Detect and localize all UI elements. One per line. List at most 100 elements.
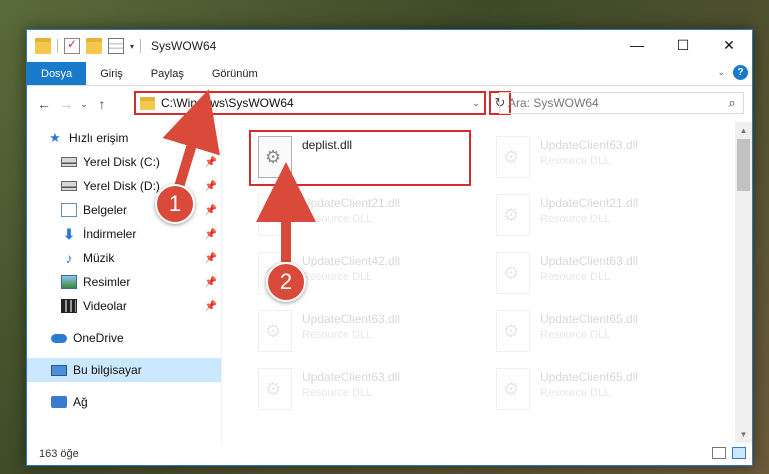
dll-file-icon	[496, 368, 530, 410]
navigation-pane: ★ Hızlı erişim Yerel Disk (C:) 📌 Yerel D…	[27, 122, 221, 443]
address-path[interactable]: C:\Windows\SysWOW64	[161, 96, 468, 110]
properties-icon[interactable]	[108, 38, 124, 54]
dll-file-icon	[258, 194, 292, 236]
file-name: UpdateClient65.dll	[540, 312, 639, 326]
folder-icon	[35, 38, 51, 54]
properties-check-icon[interactable]	[64, 37, 80, 54]
pin-icon[interactable]: 📌	[205, 181, 217, 192]
file-type: Resource DLL	[302, 329, 373, 341]
file-item[interactable]: UpdateClient65.dll Resource DLL	[496, 310, 638, 352]
dll-file-icon	[496, 310, 530, 352]
file-type: Resource DLL	[302, 387, 373, 399]
address-bar[interactable]: C:\Windows\SysWOW64 ⌄	[134, 91, 486, 115]
quick-access-toolbar: ▾	[27, 37, 142, 54]
sidebar-item-label: Belgeler	[83, 203, 128, 217]
pin-icon[interactable]: 📌	[205, 229, 217, 240]
disk-icon	[61, 157, 77, 167]
search-placeholder: Ara: SysWOW64	[508, 96, 599, 110]
cloud-icon	[51, 333, 67, 343]
download-icon: ⬇	[63, 226, 75, 242]
file-type: Resource DLL	[302, 271, 373, 283]
ribbon-right: ⌄ ?	[717, 65, 748, 80]
pin-icon[interactable]: 📌	[205, 205, 217, 216]
file-name: UpdateClient63.dll	[302, 370, 401, 384]
file-item[interactable]: UpdateClient63.dll Resource DLL	[496, 252, 638, 294]
file-name: UpdateClient21.dll	[540, 196, 639, 210]
window-controls: — ☐ ✕	[614, 30, 752, 60]
help-icon[interactable]: ?	[733, 65, 748, 80]
sidebar-item-onedrive[interactable]: OneDrive	[27, 326, 221, 350]
sidebar-item-quick-access[interactable]: ★ Hızlı erişim	[27, 126, 221, 150]
highlight-box	[249, 130, 471, 186]
vertical-scrollbar[interactable]: ▲ ▼	[735, 122, 752, 443]
sidebar-item-label: İndirmeler	[83, 227, 137, 241]
large-icons-view-icon[interactable]	[732, 447, 746, 459]
file-name: UpdateClient63.dll	[302, 312, 401, 326]
pin-icon[interactable]: 📌	[205, 301, 217, 312]
sidebar-item-label: Müzik	[83, 251, 115, 265]
file-item[interactable]: UpdateClient63.dll Resource DLL	[496, 136, 638, 178]
tab-home[interactable]: Giriş	[86, 62, 137, 85]
pin-icon[interactable]: 📌	[205, 253, 217, 264]
details-view-icon[interactable]	[712, 447, 726, 459]
forward-arrow-icon[interactable]: →	[55, 96, 77, 112]
view-buttons	[712, 447, 746, 459]
sidebar-item-this-pc[interactable]: Bu bilgisayar	[27, 358, 221, 382]
sidebar-item-network[interactable]: Ağ	[27, 390, 221, 414]
tab-share[interactable]: Paylaş	[137, 62, 198, 85]
chevron-down-icon[interactable]: ▾	[130, 42, 134, 51]
file-name: UpdateClient21.dll	[302, 196, 401, 210]
file-item[interactable]: UpdateClient21.dll Resource DLL	[258, 194, 400, 236]
file-name: UpdateClient42.dll	[302, 254, 401, 268]
scroll-down-icon[interactable]: ▼	[735, 426, 752, 443]
file-item[interactable]: UpdateClient21.dll Resource DLL	[496, 194, 638, 236]
item-count: 163 öğe	[39, 448, 79, 460]
file-item[interactable]: UpdateClient63.dll Resource DLL	[258, 310, 400, 352]
sidebar-item-label: Yerel Disk (D:)	[83, 179, 160, 193]
toolbar-separator	[57, 39, 58, 53]
tab-file[interactable]: Dosya	[27, 62, 87, 85]
dll-file-icon	[496, 252, 530, 294]
status-bar: 163 öğe	[27, 443, 752, 465]
sidebar-item-label: Videolar	[83, 299, 127, 313]
up-arrow-icon[interactable]: ↑	[91, 96, 113, 112]
sidebar-item-label: OneDrive	[73, 331, 124, 345]
sidebar-item-label: Bu bilgisayar	[73, 363, 142, 377]
scroll-up-icon[interactable]: ▲	[735, 122, 752, 139]
back-arrow-icon[interactable]: ←	[33, 96, 55, 112]
sidebar-item-pictures[interactable]: Resimler 📌	[27, 270, 221, 294]
file-item[interactable]: UpdateClient63.dll Resource DLL	[258, 368, 400, 410]
search-icon[interactable]: ⌕	[721, 95, 743, 111]
navigation-bar: ← → ⌄ ↑ C:\Windows\SysWOW64 ⌄ ↻ Ara: Sys…	[27, 86, 752, 122]
file-item[interactable]: UpdateClient65.dll Resource DLL	[496, 368, 638, 410]
sidebar-item-label: Hızlı erişim	[69, 131, 129, 145]
recent-locations-icon[interactable]: ⌄	[77, 99, 91, 110]
dll-file-icon	[496, 136, 530, 178]
maximize-button[interactable]: ☐	[660, 30, 706, 60]
pin-icon[interactable]: 📌	[205, 157, 217, 168]
expand-ribbon-icon[interactable]: ⌄	[717, 67, 725, 78]
chevron-down-icon[interactable]: ⌄	[468, 98, 484, 109]
sidebar-item-videos[interactable]: Videolar 📌	[27, 294, 221, 318]
sidebar-item-music[interactable]: ♪ Müzik 📌	[27, 246, 221, 270]
sidebar-item-disk-c[interactable]: Yerel Disk (C:) 📌	[27, 150, 221, 174]
close-button[interactable]: ✕	[706, 30, 752, 60]
tab-view[interactable]: Görünüm	[198, 62, 272, 85]
star-icon: ★	[49, 130, 61, 145]
sidebar-item-label: Yerel Disk (C:)	[83, 155, 160, 169]
music-icon: ♪	[65, 250, 73, 266]
search-input[interactable]: Ara: SysWOW64 ⌕	[499, 92, 744, 114]
file-type: Resource DLL	[302, 213, 373, 225]
sidebar-item-downloads[interactable]: ⬇ İndirmeler 📌	[27, 222, 221, 246]
main-area: ★ Hızlı erişim Yerel Disk (C:) 📌 Yerel D…	[27, 122, 752, 443]
network-icon	[51, 396, 67, 408]
video-icon	[61, 299, 77, 313]
window-title: SysWOW64	[151, 39, 217, 53]
file-type: Resource DLL	[540, 329, 611, 341]
new-folder-icon[interactable]	[86, 38, 102, 54]
pin-icon[interactable]: 📌	[205, 277, 217, 288]
dll-file-icon	[258, 310, 292, 352]
scroll-thumb[interactable]	[737, 139, 750, 191]
minimize-button[interactable]: —	[614, 30, 660, 60]
document-icon	[61, 203, 77, 217]
